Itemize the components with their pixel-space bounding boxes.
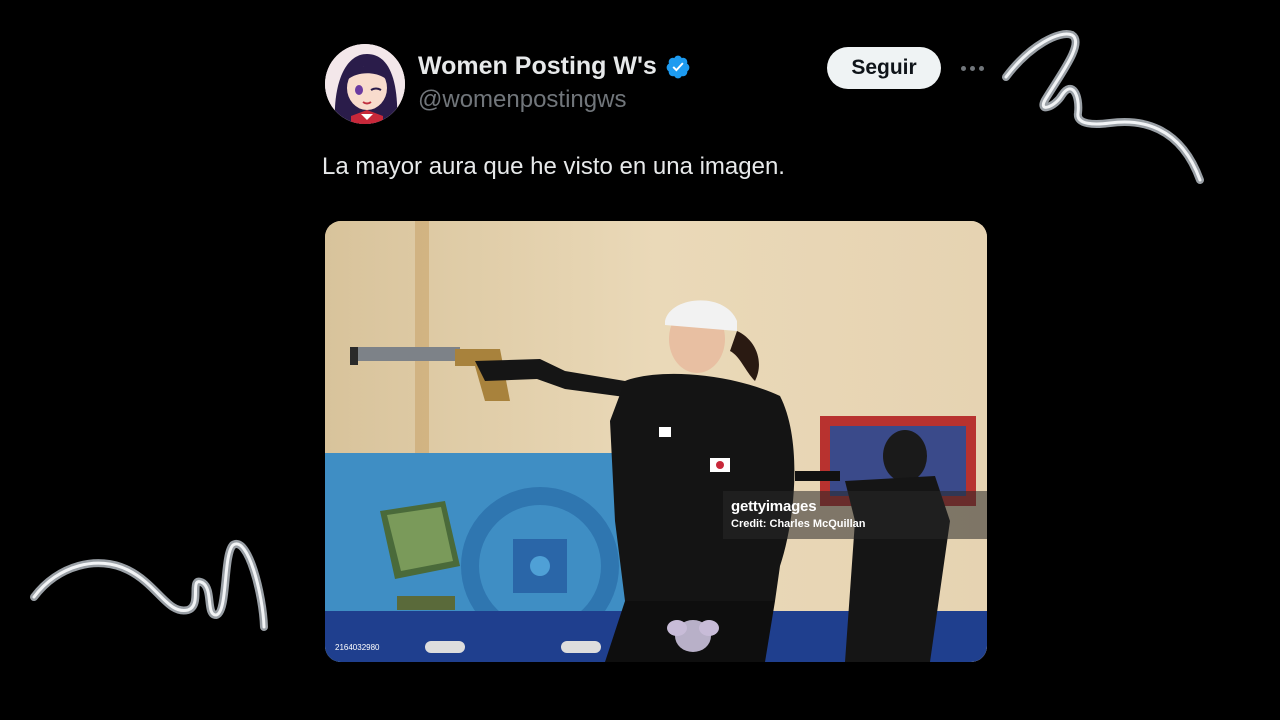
chrome-squiggle-icon <box>30 539 268 631</box>
chrome-squiggle-icon <box>1002 30 1204 184</box>
anime-avatar-icon <box>325 44 405 124</box>
verified-badge-icon <box>666 55 690 78</box>
photo-scene <box>325 221 987 662</box>
dot <box>978 65 984 71</box>
tweet-photo[interactable]: gettyimages Credit: Charles McQuillan 21… <box>325 221 987 662</box>
follow-button[interactable]: Seguir <box>827 47 941 89</box>
avatar[interactable] <box>325 44 405 124</box>
getty-watermark: gettyimages Credit: Charles McQuillan <box>723 491 987 539</box>
author-display-name[interactable]: Women Posting W's <box>418 52 657 81</box>
tweet-text: La mayor aura que he visto en una imagen… <box>322 153 785 180</box>
tweet-screen: Women Posting W's @womenpostingws Seguir… <box>0 0 1280 720</box>
author-handle[interactable]: @womenpostingws <box>418 86 626 114</box>
getty-brand: gettyimages <box>731 498 817 515</box>
author-name-row[interactable]: Women Posting W's <box>418 52 691 81</box>
getty-credit: Credit: Charles McQuillan <box>731 518 866 530</box>
dot <box>969 65 975 71</box>
dot <box>960 65 966 71</box>
more-options-icon[interactable] <box>955 56 989 80</box>
image-id: 2164032980 <box>335 643 380 652</box>
